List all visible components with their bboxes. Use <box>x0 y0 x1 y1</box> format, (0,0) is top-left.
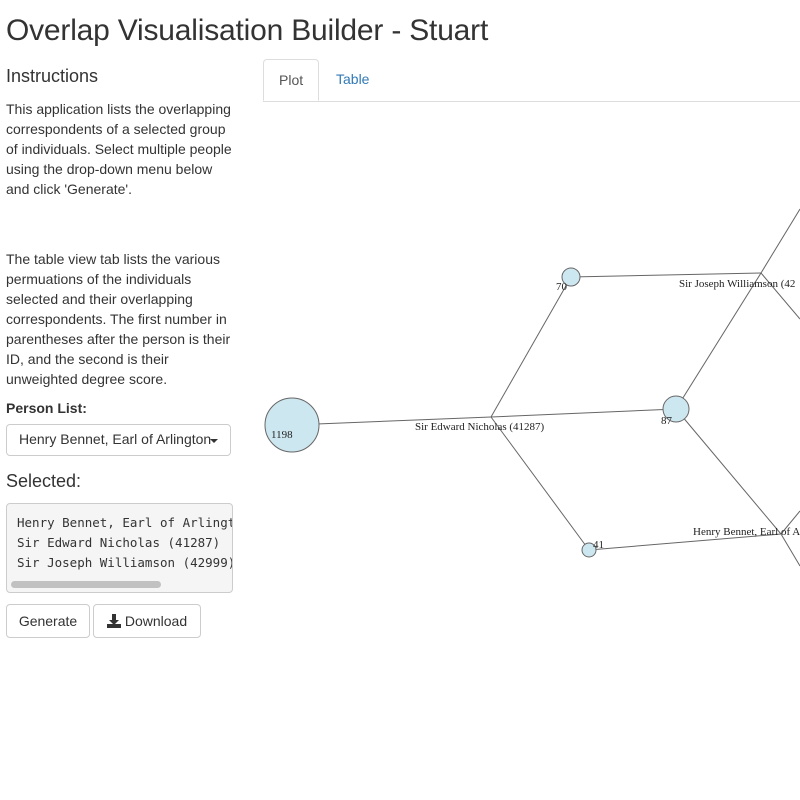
download-label: Download <box>124 613 188 629</box>
graph-node-label-41: 41 <box>593 539 604 551</box>
graph-edges <box>291 208 800 567</box>
graph-node-label-1198: 1198 <box>271 429 293 441</box>
network-graph: 1198 70 87 41 Sir Edward Nicholas (41287… <box>264 208 800 567</box>
graph-node-label-70: 70 <box>556 281 568 293</box>
selected-heading: Selected: <box>6 471 82 491</box>
graph-node-label-williamson: Sir Joseph Williamson (42 <box>679 278 795 290</box>
page-title: Overlap Visualisation Builder - Stuart <box>6 14 489 47</box>
sidebar-panel: Instructions This application lists the … <box>6 66 238 638</box>
tab-bar: Plot Table <box>263 59 800 102</box>
instructions-paragraph-1: This application lists the overlapping c… <box>6 101 232 197</box>
horizontal-scrollbar[interactable] <box>11 581 161 588</box>
selected-line: Sir Edward Nicholas (41287) <box>17 535 221 550</box>
selected-line: Henry Bennet, Earl of Arlington <box>17 515 233 530</box>
graph-node-label-bennet: Henry Bennet, Earl of A <box>693 526 800 538</box>
person-list-label: Person List: <box>6 400 87 416</box>
graph-node-1198[interactable] <box>264 397 320 453</box>
graph-edge <box>675 408 782 535</box>
tab-table[interactable]: Table <box>321 59 384 101</box>
download-icon <box>106 614 121 628</box>
instructions-heading: Instructions <box>6 66 99 86</box>
person-list-dropdown[interactable]: Henry Bennet, Earl of Arlington <box>6 424 231 456</box>
selected-output-box[interactable]: Henry Bennet, Earl of Arlington Sir Edwa… <box>6 503 233 593</box>
generate-button[interactable]: Generate <box>6 604 90 638</box>
person-list-selected-value: Henry Bennet, Earl of Arlington <box>19 431 212 447</box>
selected-line: Sir Joseph Williamson (42999) <box>17 555 233 570</box>
graph-labels: 1198 70 87 41 Sir Edward Nicholas (41287… <box>271 278 800 551</box>
graph-edge <box>490 408 677 418</box>
chevron-down-icon <box>210 439 218 443</box>
graph-node-label-nicholas: Sir Edward Nicholas (41287) <box>415 421 545 433</box>
plot-area: 1198 70 87 41 Sir Edward Nicholas (41287… <box>263 101 800 800</box>
download-button[interactable]: Download <box>93 604 201 638</box>
graph-edge <box>490 276 572 418</box>
selected-output-text: Henry Bennet, Earl of Arlington Sir Edwa… <box>7 504 232 582</box>
graph-edge <box>780 533 800 567</box>
graph-edge <box>760 208 800 274</box>
graph-edge <box>570 272 762 278</box>
graph-nodes <box>264 267 690 558</box>
graph-edge <box>675 272 762 410</box>
graph-edge <box>490 416 590 551</box>
instructions-paragraph-2: The table view tab lists the various per… <box>6 251 231 387</box>
graph-node-label-87: 87 <box>661 415 673 427</box>
tab-plot[interactable]: Plot <box>263 59 319 101</box>
